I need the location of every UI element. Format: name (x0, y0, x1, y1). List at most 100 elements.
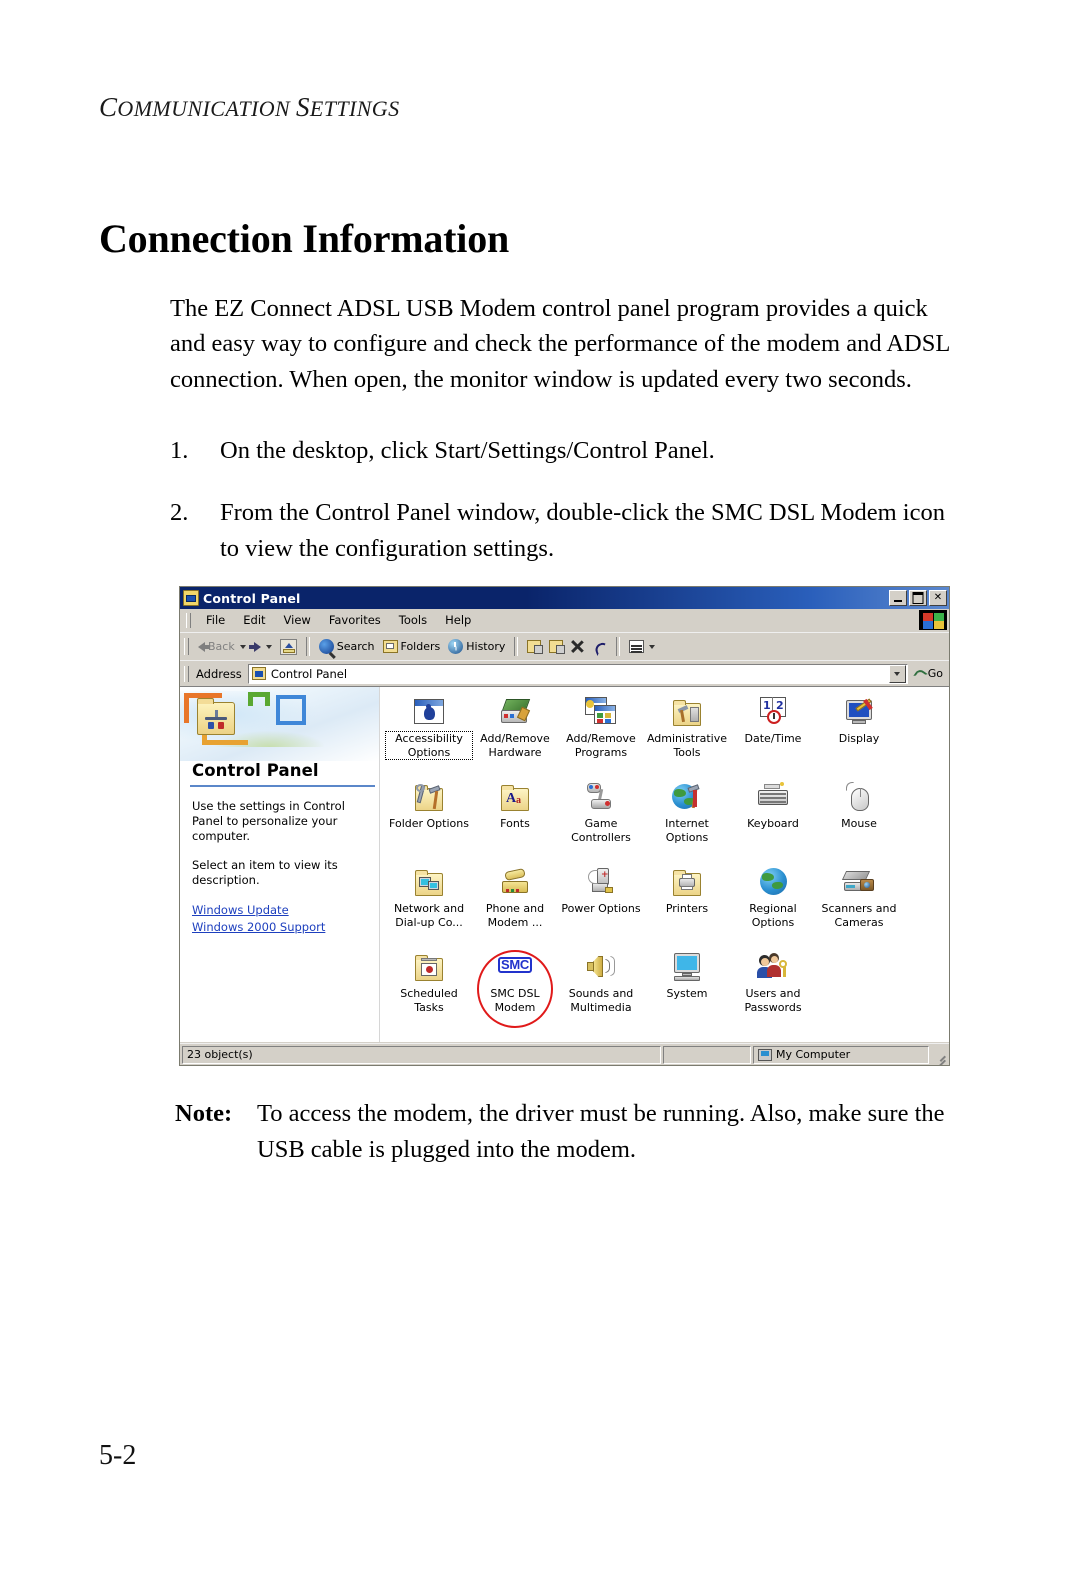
chevron-down-icon[interactable] (649, 644, 656, 649)
toolbar-separator (514, 637, 519, 656)
status-zone: My Computer (753, 1045, 929, 1064)
menu-item-tools[interactable]: Tools (390, 612, 436, 628)
left-pane-heading: Control Panel (192, 761, 319, 780)
search-button[interactable]: Search (315, 637, 379, 656)
accessibility-icon (412, 695, 446, 729)
chevron-down-icon[interactable] (265, 644, 272, 649)
system-icon (670, 950, 704, 984)
cp-item-label: Users and Passwords (744, 987, 802, 1014)
back-button[interactable]: Back (194, 638, 250, 655)
folder-options-icon (412, 780, 446, 814)
cp-item-label: Regional Options (749, 902, 797, 929)
cp-item-sounds-and-multimedia[interactable]: Sounds and Multimedia (558, 950, 644, 1035)
copy-to-button[interactable] (545, 638, 567, 655)
up-one-level-button[interactable] (276, 637, 301, 657)
cp-item-game-controllers[interactable]: Game Controllers (558, 780, 644, 865)
cp-item-keyboard[interactable]: Keyboard (730, 780, 816, 865)
users-passwords-icon (756, 950, 790, 984)
views-button[interactable] (625, 638, 659, 655)
resize-grip[interactable] (933, 1048, 947, 1062)
note-label: Note: (175, 1100, 233, 1127)
cp-item-label: Folder Options (389, 817, 469, 830)
menu-grip[interactable] (186, 612, 191, 628)
menu-item-edit[interactable]: Edit (234, 612, 274, 628)
address-dropdown-button[interactable] (888, 664, 906, 683)
left-info-pane: Control Panel Use the settings in Contro… (180, 687, 380, 1042)
forward-button[interactable] (248, 640, 276, 654)
copy-to-icon (549, 640, 566, 654)
link-windows-update[interactable]: Windows Update (192, 902, 369, 919)
move-to-button[interactable] (523, 638, 545, 655)
cp-item-scheduled-tasks[interactable]: Scheduled Tasks (386, 950, 472, 1035)
toolbar-grip[interactable] (184, 638, 189, 655)
cp-item-internet-options[interactable]: Internet Options (644, 780, 730, 865)
cp-item-users-and-passwords[interactable]: Users and Passwords (730, 950, 816, 1035)
cp-item-label: Keyboard (747, 817, 799, 830)
cp-item-system[interactable]: System (644, 950, 730, 1035)
cp-item-label: Accessibility Options (385, 731, 473, 760)
cp-item-phone-and-modem-options[interactable]: Phone and Modem ... (472, 865, 558, 950)
cp-item-label: Add/Remove Programs (566, 732, 636, 759)
window-caption-buttons: ✕ (889, 590, 947, 606)
close-button[interactable]: ✕ (929, 590, 947, 606)
menu-bar: File Edit View Favorites Tools Help (180, 609, 949, 632)
menu-item-view[interactable]: View (275, 612, 320, 628)
cp-item-mouse[interactable]: Mouse (816, 780, 902, 865)
network-dialup-icon (412, 865, 446, 899)
menu-item-file[interactable]: File (197, 612, 234, 628)
undo-button[interactable] (588, 638, 611, 655)
page-number: 5-2 (99, 1440, 137, 1471)
views-icon (629, 640, 645, 653)
status-zone-label: My Computer (776, 1048, 851, 1061)
up-folder-icon (279, 638, 297, 655)
cp-item-regional-options[interactable]: Regional Options (730, 865, 816, 950)
menu-item-favorites[interactable]: Favorites (320, 612, 390, 628)
left-pane-links: Windows Update Windows 2000 Support (180, 902, 379, 936)
numbered-step-list: 1. On the desktop, click Start/Settings/… (170, 433, 960, 592)
history-label: History (466, 640, 506, 653)
folders-icon (382, 640, 398, 653)
document-page: COMMUNICATION SETTINGS Connection Inform… (0, 0, 1080, 1570)
link-windows-2000-support[interactable]: Windows 2000 Support (192, 919, 369, 936)
history-button[interactable]: History (444, 637, 509, 656)
cp-item-add-remove-hardware[interactable]: Add/Remove Hardware (472, 695, 558, 780)
add-remove-hardware-icon (498, 695, 532, 729)
left-pane-description-2: Select an item to view its description. (192, 858, 338, 887)
cp-item-label: Power Options (561, 902, 641, 915)
cp-item-label: Network and Dial-up Co... (393, 902, 465, 929)
cp-item-printers[interactable]: Printers (644, 865, 730, 950)
cp-item-network-and-dialup-connections[interactable]: Network and Dial-up Co... (386, 865, 472, 950)
sounds-multimedia-icon (584, 950, 618, 984)
cp-item-display[interactable]: Display (816, 695, 902, 780)
cp-item-scanners-and-cameras[interactable]: Scanners and Cameras (816, 865, 902, 950)
minimize-button[interactable] (889, 590, 907, 606)
cp-item-smc-dsl-modem[interactable]: SMC SMC DSL Modem (472, 950, 558, 1035)
cp-item-label: Scheduled Tasks (400, 987, 458, 1014)
windows-logo-icon (919, 610, 947, 630)
maximize-button[interactable] (909, 590, 927, 606)
cp-item-fonts[interactable]: A a Fonts (472, 780, 558, 865)
cp-item-date-time[interactable]: 1 2 Date/Time (730, 695, 816, 780)
cp-item-accessibility-options[interactable]: Accessibility Options (385, 695, 473, 780)
go-button[interactable]: Go (908, 667, 949, 680)
internet-options-icon (670, 780, 704, 814)
step-text: From the Control Panel window, double-cl… (220, 498, 945, 562)
folders-label: Folders (400, 640, 441, 653)
cp-item-label: Mouse (841, 817, 877, 830)
cp-item-power-options[interactable]: + Power Options (558, 865, 644, 950)
toolbar-separator (305, 637, 310, 656)
address-grip[interactable] (184, 665, 189, 682)
delete-icon (571, 640, 584, 653)
printers-icon (670, 865, 704, 899)
cp-item-add-remove-programs[interactable]: Add/Remove Programs (558, 695, 644, 780)
menu-item-help[interactable]: Help (436, 612, 480, 628)
cp-item-folder-options[interactable]: Folder Options (386, 780, 472, 865)
address-input[interactable]: Control Panel (247, 663, 908, 684)
toolbar-separator (616, 637, 621, 656)
delete-button[interactable] (567, 638, 588, 655)
cp-item-administrative-tools[interactable]: Administrative Tools (644, 695, 730, 780)
phone-modem-icon (498, 865, 532, 899)
my-computer-icon (758, 1048, 772, 1061)
chevron-down-icon[interactable] (239, 644, 246, 649)
folders-button[interactable]: Folders (379, 638, 445, 655)
